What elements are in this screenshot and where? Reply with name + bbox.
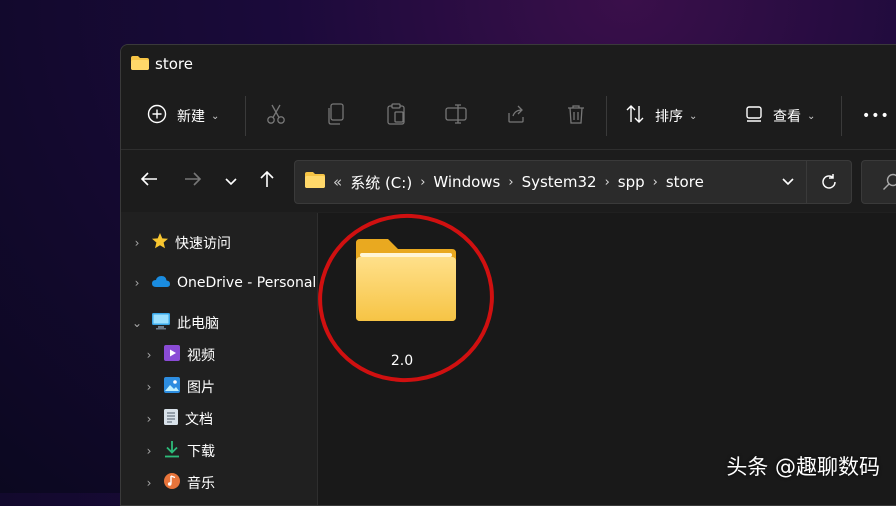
share-icon: [506, 104, 526, 128]
back-button[interactable]: [137, 166, 161, 196]
folder-icon: [305, 172, 325, 192]
video-icon: [163, 344, 181, 366]
star-icon: [151, 232, 169, 254]
file-explorer-window: store 新建 ⌄: [120, 44, 896, 506]
new-button-label: 新建: [177, 106, 205, 126]
sidebar-item-label: 视频: [187, 345, 215, 365]
chevron-down-icon: ⌄: [211, 111, 219, 122]
sidebar-item-label: 此电脑: [177, 313, 219, 333]
chevron-right-icon[interactable]: ›: [143, 476, 155, 490]
address-history-dropdown[interactable]: [781, 173, 795, 191]
chevron-down-icon: [781, 177, 795, 187]
more-icon: •••: [862, 108, 890, 124]
chevron-down-icon: ⌄: [807, 111, 815, 122]
sidebar-item-label: 图片: [187, 377, 215, 397]
copy-icon: [327, 103, 345, 129]
arrow-up-icon: [259, 170, 275, 192]
chevron-right-icon[interactable]: ›: [143, 348, 155, 362]
chevron-right-icon[interactable]: ›: [605, 175, 610, 190]
clipboard-icon: [386, 103, 406, 129]
sidebar-item-label: 快速访问: [175, 233, 231, 253]
share-button[interactable]: [486, 96, 546, 136]
view-button[interactable]: 查看 ⌄: [737, 96, 841, 136]
chevron-down-icon: [224, 172, 238, 191]
chevron-right-icon[interactable]: ›: [508, 175, 513, 190]
window-title: store: [155, 55, 193, 73]
chevron-down-icon: ⌄: [689, 111, 697, 122]
recent-locations-button[interactable]: [221, 166, 241, 196]
sort-button-label: 排序: [655, 106, 683, 126]
plus-circle-icon: [147, 104, 167, 128]
sidebar-item-onedrive[interactable]: › OneDrive - Personal: [131, 267, 316, 299]
rename-icon: [445, 104, 467, 128]
chevron-right-icon[interactable]: ›: [131, 236, 143, 250]
rename-button[interactable]: [426, 96, 486, 136]
navigation-pane: › 快速访问 › OneDrive - Personal ⌄ 此电脑 ›: [121, 213, 318, 505]
breadcrumb-store[interactable]: store: [666, 173, 704, 191]
breadcrumb-system32[interactable]: System32: [522, 173, 597, 191]
new-button[interactable]: 新建 ⌄: [121, 96, 245, 136]
scissors-icon: [266, 103, 286, 129]
arrow-right-icon: [184, 171, 202, 191]
search-input[interactable]: [861, 160, 896, 204]
address-bar[interactable]: « 系统 (C:) › Windows › System32 › spp › s…: [294, 160, 852, 204]
delete-button[interactable]: [546, 96, 606, 136]
monitor-icon: [151, 312, 171, 334]
breadcrumb-windows[interactable]: Windows: [433, 173, 500, 191]
sidebar-item-pictures[interactable]: › 图片: [143, 371, 215, 403]
refresh-icon: [820, 173, 838, 191]
sidebar-item-documents[interactable]: › 文档: [143, 403, 213, 435]
sidebar-item-label: 下载: [187, 441, 215, 461]
download-icon: [163, 440, 181, 462]
chevron-right-icon[interactable]: ›: [143, 380, 155, 394]
up-button[interactable]: [255, 166, 279, 196]
document-icon: [163, 408, 179, 430]
sidebar-item-label: OneDrive - Personal: [177, 275, 316, 291]
sidebar-item-music[interactable]: › 音乐: [143, 467, 215, 499]
trash-icon: [567, 104, 585, 128]
sidebar-item-this-pc[interactable]: ⌄ 此电脑: [131, 307, 219, 339]
copy-button[interactable]: [306, 96, 366, 136]
sidebar-item-label: 音乐: [187, 473, 215, 493]
chevron-right-icon[interactable]: ›: [143, 444, 155, 458]
arrow-left-icon: [140, 171, 158, 191]
chevron-right-icon[interactable]: ›: [653, 175, 658, 190]
view-button-label: 查看: [773, 106, 801, 126]
forward-button[interactable]: [181, 166, 205, 196]
sidebar-item-quick-access[interactable]: › 快速访问: [131, 227, 231, 259]
view-icon: [745, 105, 763, 127]
chevron-right-icon[interactable]: ›: [143, 412, 155, 426]
chevron-right-icon[interactable]: ›: [131, 276, 143, 290]
music-icon: [163, 472, 181, 494]
paste-button[interactable]: [366, 96, 426, 136]
sort-arrows-icon: [625, 104, 645, 128]
more-options-button[interactable]: •••: [842, 96, 890, 136]
sidebar-item-label: 文档: [185, 409, 213, 429]
title-bar: store: [121, 45, 896, 83]
folder-icon: [131, 55, 149, 74]
sidebar-item-videos[interactable]: › 视频: [143, 339, 215, 371]
sort-button[interactable]: 排序 ⌄: [607, 96, 737, 136]
chevron-right-icon[interactable]: ›: [420, 175, 425, 190]
watermark: 头条 @趣聊数码: [726, 451, 880, 481]
picture-icon: [163, 376, 181, 398]
cut-button[interactable]: [246, 96, 306, 136]
breadcrumb-spp[interactable]: spp: [618, 173, 645, 191]
chevron-down-icon[interactable]: ⌄: [131, 316, 143, 330]
navigation-bar: « 系统 (C:) › Windows › System32 › spp › s…: [121, 150, 896, 212]
search-icon: [882, 173, 896, 195]
command-bar: 新建 ⌄: [121, 83, 896, 150]
overflow-breadcrumb[interactable]: «: [333, 173, 342, 191]
breadcrumb-drive[interactable]: 系统 (C:): [350, 172, 412, 193]
sidebar-item-downloads[interactable]: › 下载: [143, 435, 215, 467]
refresh-button[interactable]: [806, 161, 851, 203]
cloud-icon: [151, 274, 171, 292]
